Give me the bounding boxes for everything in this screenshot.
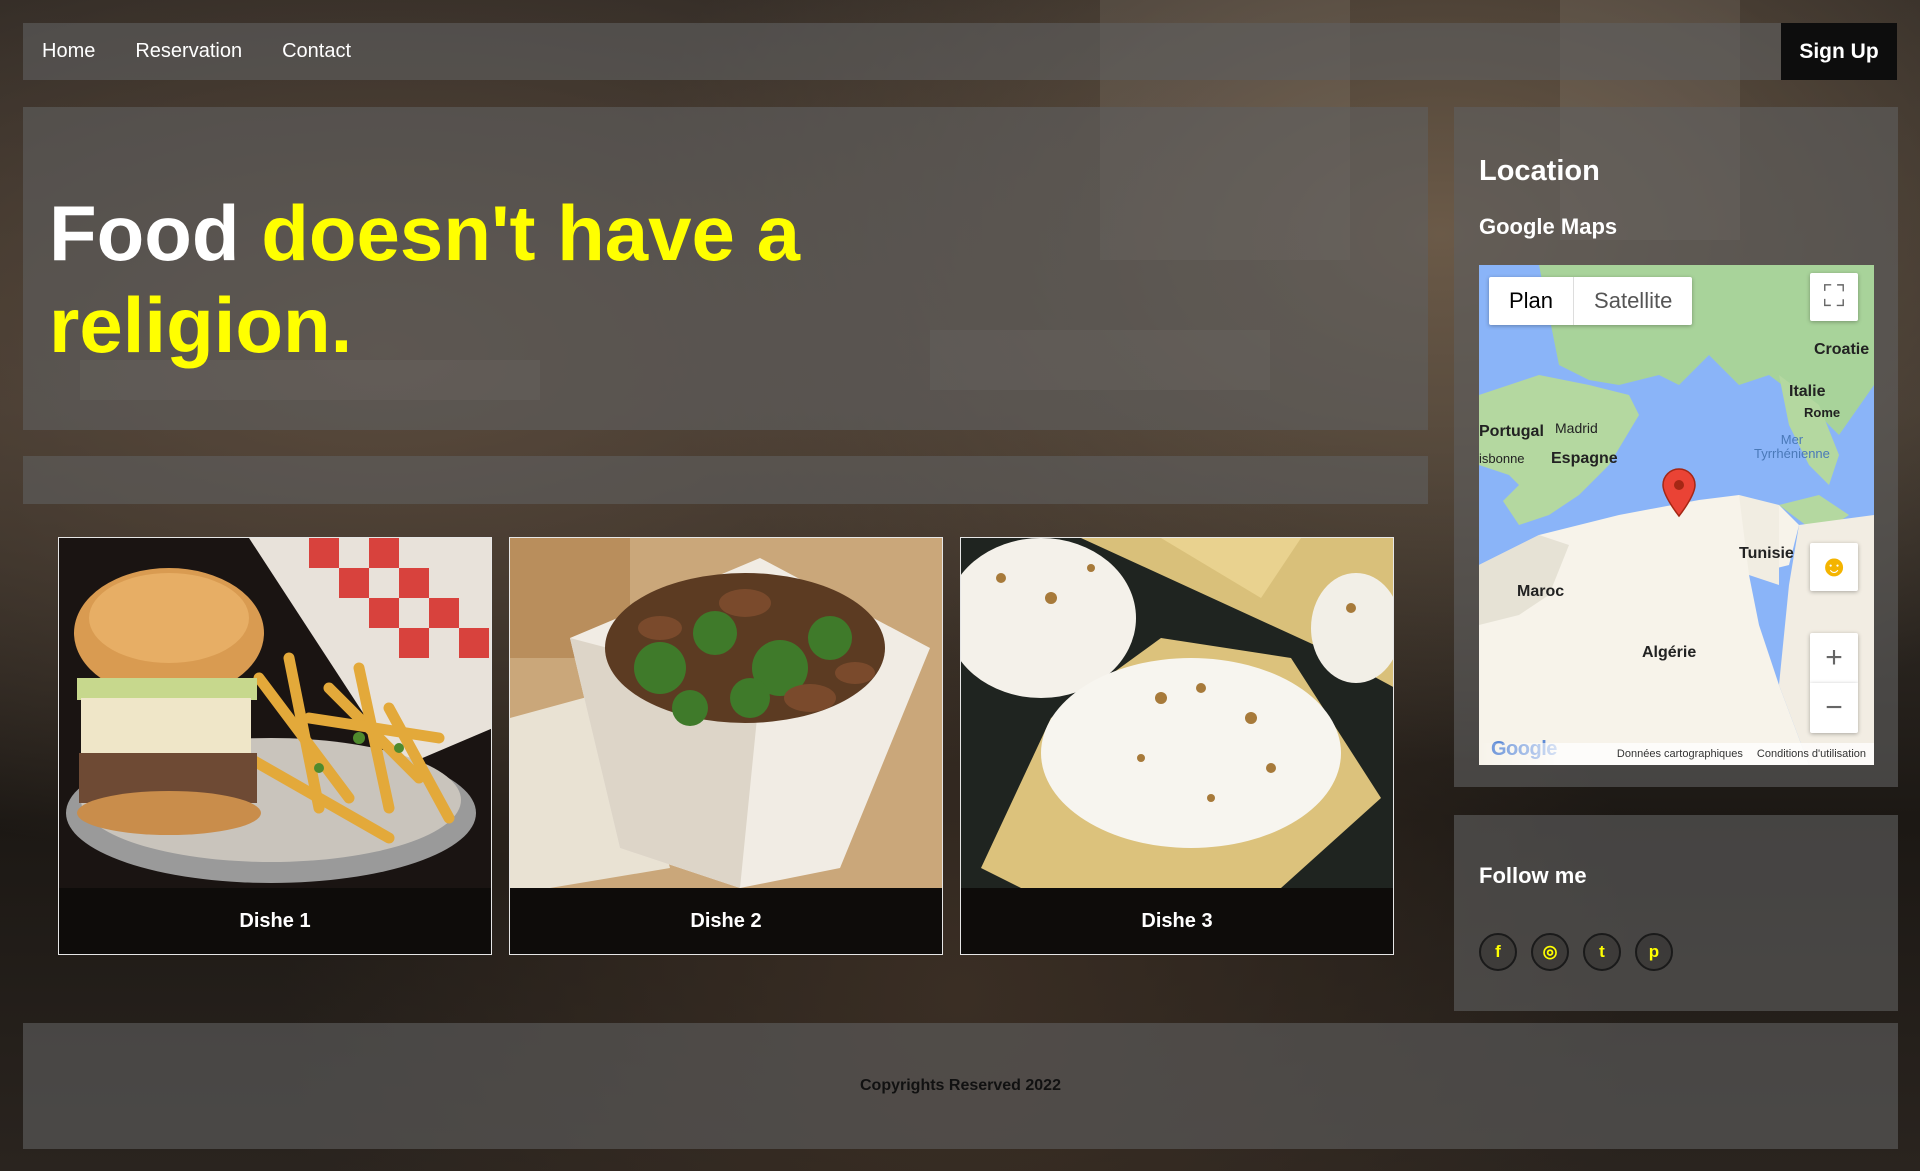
dish-label: Dishe 1 bbox=[239, 909, 311, 932]
map-data-credit[interactable]: Données cartographiques bbox=[1617, 748, 1743, 760]
map-plan-tab[interactable]: Plan bbox=[1489, 277, 1575, 325]
dish-image-pancake bbox=[961, 538, 1393, 888]
dish-label: Dishe 3 bbox=[1141, 909, 1213, 932]
location-panel: Location Google Maps Plan Satellite ⛶ Cr… bbox=[1454, 107, 1898, 787]
pegman-icon[interactable]: ☻ bbox=[1810, 543, 1858, 591]
follow-panel: Follow me f ◎ t p bbox=[1454, 815, 1898, 1011]
map-type-toggle: Plan Satellite bbox=[1489, 277, 1693, 325]
facebook-icon[interactable]: f bbox=[1479, 933, 1517, 971]
empty-banner-strip bbox=[23, 456, 1428, 504]
nav-home-link[interactable]: Home bbox=[42, 40, 95, 63]
page-footer: Copyrights Reserved 2022 bbox=[23, 1023, 1898, 1149]
map-label-espagne: Espagne bbox=[1551, 450, 1618, 467]
map-label-portugal: Portugal bbox=[1479, 423, 1544, 440]
hero-title-white: Food bbox=[49, 189, 240, 277]
map-marker-icon[interactable] bbox=[1659, 468, 1699, 518]
zoom-in-icon[interactable]: + bbox=[1810, 633, 1858, 683]
map-label-croatie: Croatie bbox=[1814, 341, 1870, 358]
map-terms-link[interactable]: Conditions d'utilisation bbox=[1757, 748, 1866, 760]
hero-section: Food doesn't have a religion. bbox=[23, 107, 1428, 430]
pinterest-icon[interactable]: p bbox=[1635, 933, 1673, 971]
map-label-maroc: Maroc bbox=[1517, 583, 1565, 600]
twitter-icon[interactable]: t bbox=[1583, 933, 1621, 971]
google-maps-subtitle: Google Maps bbox=[1479, 214, 1618, 239]
map-footer: Données cartographiques Conditions d'uti… bbox=[1479, 743, 1874, 765]
copyright-text: Copyrights Reserved 2022 bbox=[860, 1077, 1061, 1094]
follow-title: Follow me bbox=[1479, 863, 1587, 888]
nav-links: Home Reservation Contact bbox=[23, 23, 372, 80]
instagram-icon[interactable]: ◎ bbox=[1531, 933, 1569, 971]
dish-image-beef-broccoli bbox=[510, 538, 942, 888]
dish-label: Dishe 2 bbox=[690, 909, 762, 932]
map-label-madrid: Madrid bbox=[1555, 420, 1598, 436]
top-navigation: Home Reservation Contact bbox=[23, 23, 1781, 80]
map-label-algerie: Algérie bbox=[1642, 644, 1697, 661]
dish-card[interactable]: Dishe 3 bbox=[960, 537, 1394, 955]
social-links: f ◎ t p bbox=[1479, 933, 1673, 971]
map-label-italie: Italie bbox=[1789, 383, 1826, 400]
nav-contact-link[interactable]: Contact bbox=[282, 40, 351, 63]
map-label-rome: Rome bbox=[1804, 405, 1841, 420]
dish-card[interactable]: Dishe 2 bbox=[509, 537, 943, 955]
hero-title: Food doesn't have a religion. bbox=[49, 187, 809, 371]
location-title: Location bbox=[1479, 155, 1600, 187]
google-map[interactable]: Plan Satellite ⛶ Croatie Italie Rome Por… bbox=[1479, 265, 1874, 765]
sign-up-button[interactable]: Sign Up bbox=[1781, 23, 1897, 80]
map-label-mer-tyrrhenienne: Mer Tyrrhénienne bbox=[1754, 432, 1830, 461]
zoom-out-icon[interactable]: − bbox=[1810, 683, 1858, 733]
map-label-tunisie: Tunisie bbox=[1739, 545, 1794, 562]
dish-card[interactable]: Dishe 1 bbox=[58, 537, 492, 955]
map-label-lisbonne: isbonne bbox=[1479, 451, 1525, 466]
map-satellite-tab[interactable]: Satellite bbox=[1574, 277, 1692, 325]
nav-reservation-link[interactable]: Reservation bbox=[135, 40, 242, 63]
dish-image-burger bbox=[59, 538, 491, 888]
fullscreen-icon[interactable]: ⛶ bbox=[1810, 273, 1858, 321]
